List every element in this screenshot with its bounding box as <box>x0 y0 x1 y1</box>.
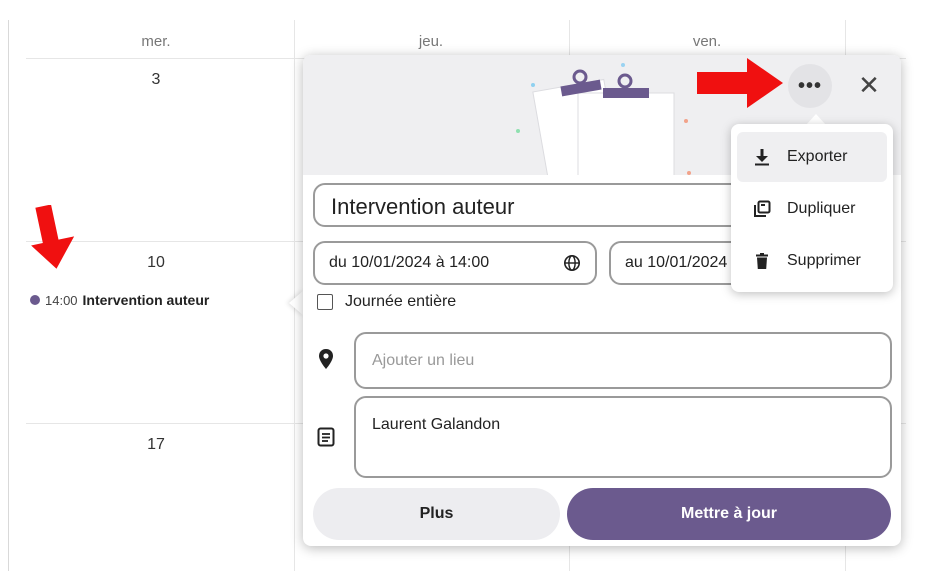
day-number[interactable]: 10 <box>126 254 186 272</box>
calendar-event[interactable]: 14:00 Intervention auteur <box>30 292 209 308</box>
allday-toggle[interactable]: Journée entière <box>317 293 456 311</box>
close-button[interactable]: ✕ <box>851 67 887 103</box>
event-time: 14:00 <box>45 292 78 308</box>
location-input[interactable]: Ajouter un lieu <box>354 332 892 389</box>
menu-item-delete[interactable]: Supprimer <box>737 236 887 286</box>
allday-label: Journée entière <box>345 293 457 310</box>
download-icon <box>755 149 769 166</box>
menu-item-label: Dupliquer <box>787 200 856 217</box>
description-icon <box>317 427 335 447</box>
more-details-button[interactable]: Plus <box>313 488 560 540</box>
duplicate-icon <box>754 200 771 217</box>
menu-item-label: Exporter <box>787 148 848 165</box>
trash-icon <box>756 253 768 269</box>
day-number[interactable]: 3 <box>126 71 186 89</box>
event-title-input[interactable]: Intervention auteur <box>313 183 783 227</box>
menu-item-label: Supprimer <box>787 252 861 269</box>
day-header-fri: ven. <box>692 33 722 50</box>
calendar-left-border <box>8 20 9 571</box>
event-color-dot <box>30 295 40 305</box>
event-title: Intervention auteur <box>82 292 210 308</box>
day-header-thu: jeu. <box>418 33 444 50</box>
day-header-wed: mer. <box>141 33 171 50</box>
menu-item-export[interactable]: Exporter <box>737 132 887 182</box>
description-input[interactable]: Laurent Galandon <box>354 396 892 478</box>
close-icon: ✕ <box>858 69 880 100</box>
location-pin-icon <box>319 349 333 369</box>
start-datetime-value: du 10/01/2024 à 14:00 <box>329 254 490 271</box>
annotation-arrow-down-icon <box>31 205 75 269</box>
more-options-button[interactable]: ••• <box>788 64 832 108</box>
day-number[interactable]: 17 <box>126 436 186 454</box>
allday-checkbox[interactable] <box>317 294 333 310</box>
options-menu: Exporter Dupliquer Supprimer <box>731 124 893 292</box>
globe-icon[interactable] <box>563 254 581 272</box>
menu-item-duplicate[interactable]: Dupliquer <box>737 184 887 234</box>
start-datetime-field[interactable]: du 10/01/2024 à 14:00 <box>313 241 597 285</box>
more-horizontal-icon: ••• <box>797 74 822 97</box>
update-button[interactable]: Mettre à jour <box>567 488 891 540</box>
annotation-arrow-right-icon <box>697 58 783 108</box>
popup-pointer <box>289 290 304 316</box>
end-datetime-value: au 10/01/2024 <box>625 254 728 271</box>
